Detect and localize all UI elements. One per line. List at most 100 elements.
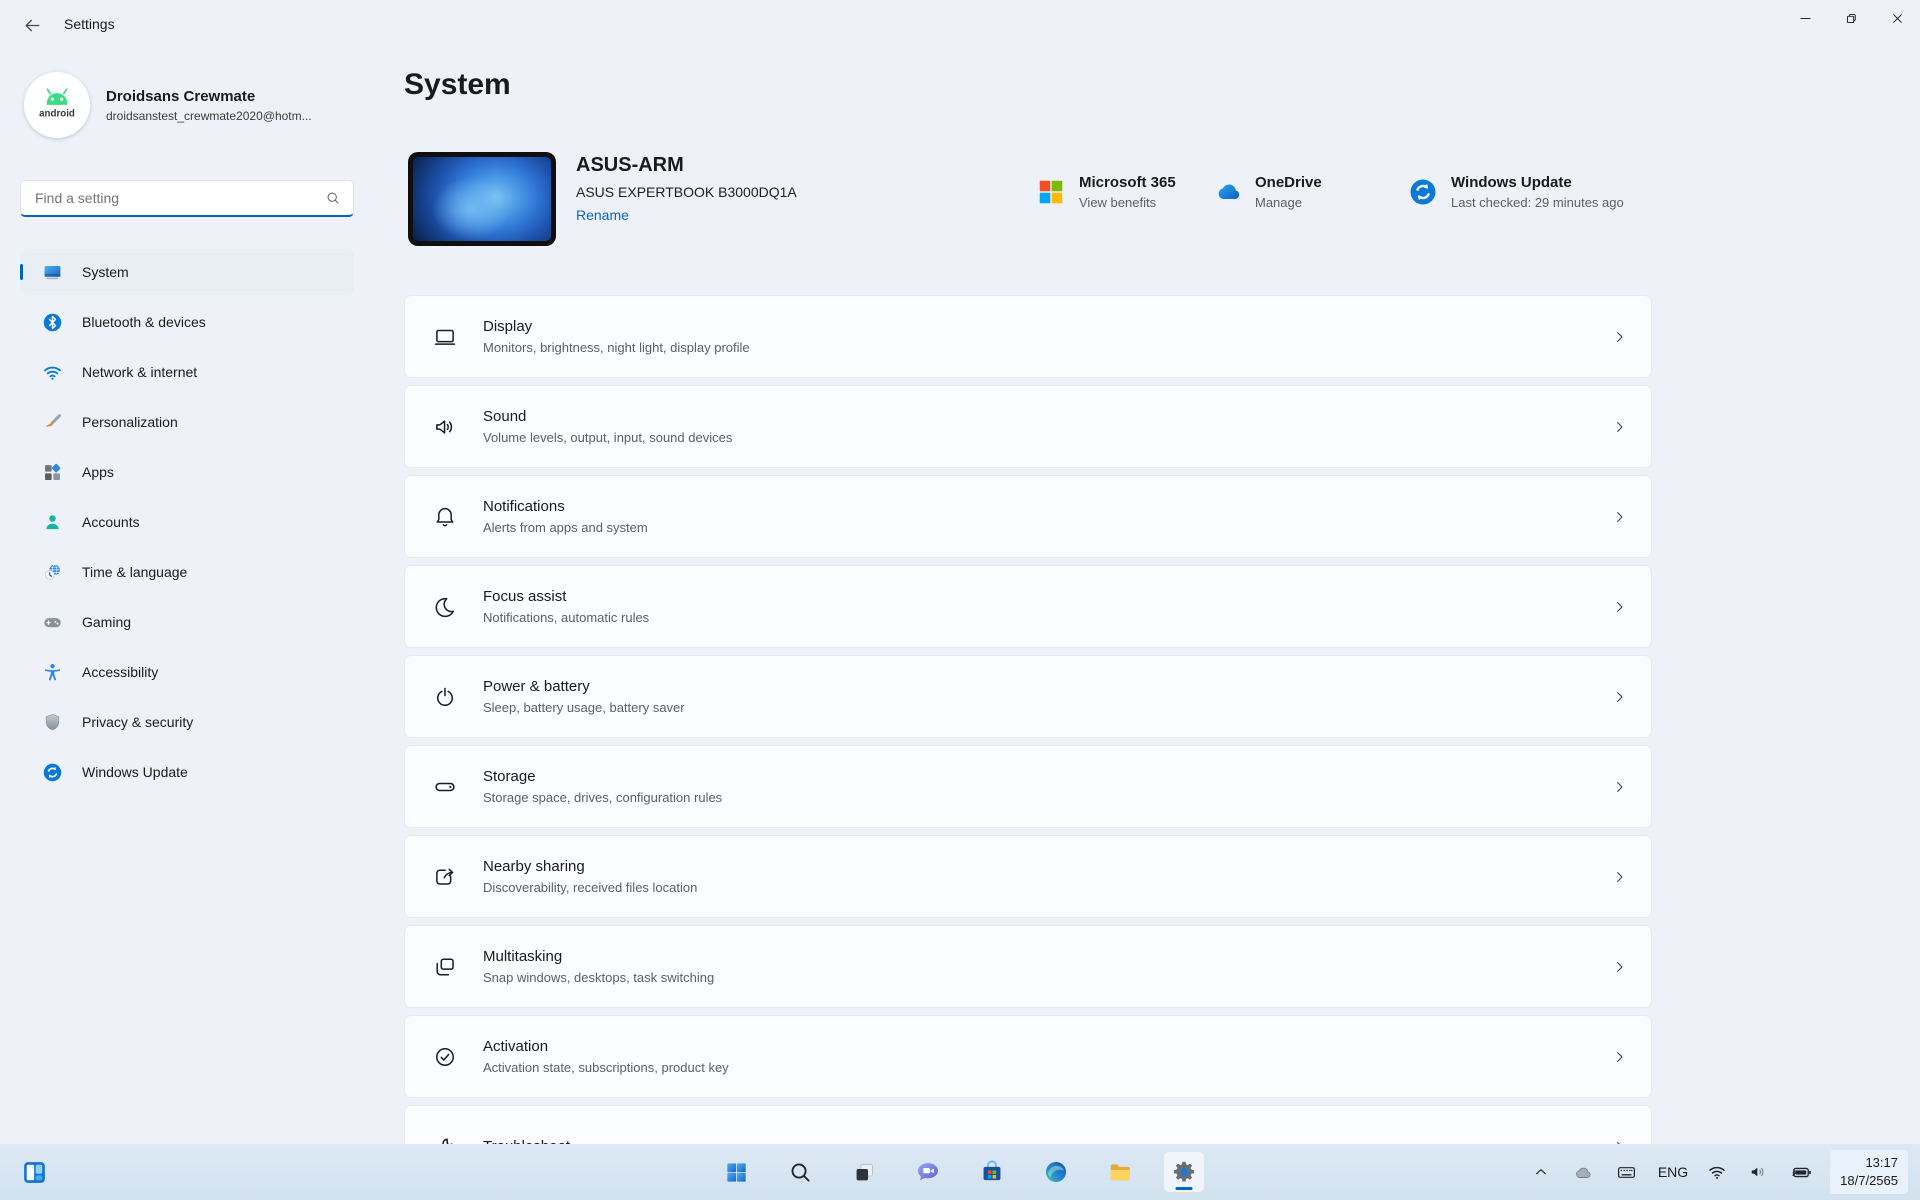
settings-row-display[interactable]: Display Monitors, brightness, night ligh…: [404, 295, 1652, 378]
row-subtitle: Storage space, drives, configuration rul…: [483, 790, 722, 805]
sidebar-item-accounts[interactable]: Accounts: [20, 499, 354, 545]
hub-subtitle: Manage: [1255, 195, 1322, 210]
sidebar-item-privacy-security[interactable]: Privacy & security: [20, 699, 354, 745]
sidebar-item-gaming[interactable]: Gaming: [20, 599, 354, 645]
chevron-right-icon: [1612, 509, 1627, 524]
language-indicator[interactable]: ENG: [1656, 1164, 1690, 1180]
settings-row-storage[interactable]: Storage Storage space, drives, configura…: [404, 745, 1652, 828]
settings-row-sound[interactable]: Sound Volume levels, output, input, soun…: [404, 385, 1652, 468]
hub-title: Microsoft 365: [1079, 174, 1176, 191]
sidebar-item-network-internet[interactable]: Network & internet: [20, 349, 354, 395]
sidebar-item-label: Time & language: [82, 564, 187, 580]
start-button[interactable]: [716, 1152, 756, 1192]
page-title: System: [404, 68, 511, 102]
sidebar-item-label: Bluetooth & devices: [82, 314, 206, 330]
windows-update-icon: [1408, 177, 1438, 207]
sidebar-item-label: Apps: [82, 464, 114, 480]
accounts-icon: [42, 512, 63, 533]
restore-icon: [1844, 11, 1859, 26]
sidebar-item-windows-update[interactable]: Windows Update: [20, 749, 354, 795]
row-subtitle: Snap windows, desktops, task switching: [483, 970, 714, 985]
tray-onedrive-button[interactable]: [1568, 1156, 1598, 1188]
sidebar-item-label: System: [82, 264, 129, 280]
sidebar-item-bluetooth-devices[interactable]: Bluetooth & devices: [20, 299, 354, 345]
avatar: android: [24, 72, 90, 138]
sidebar-item-label: Personalization: [82, 414, 178, 430]
search-box[interactable]: [20, 180, 354, 217]
sidebar-item-system[interactable]: System: [20, 249, 354, 295]
device-name: ASUS-ARM: [576, 154, 797, 177]
sidebar-item-time-language[interactable]: Time & language: [20, 549, 354, 595]
profile-name: Droidsans Crewmate: [106, 88, 312, 105]
back-button[interactable]: [14, 10, 50, 40]
restore-button[interactable]: [1828, 0, 1874, 36]
row-title: Sound: [483, 408, 732, 425]
nearby-sharing-icon: [432, 864, 458, 890]
settings-row-notifications[interactable]: Notifications Alerts from apps and syste…: [404, 475, 1652, 558]
search-icon: [788, 1160, 813, 1185]
sidebar-nav: System Bluetooth & devices Network & int…: [20, 249, 354, 799]
chat-icon: [915, 1159, 941, 1185]
task-view-icon: [852, 1160, 877, 1185]
row-title: Storage: [483, 768, 722, 785]
hub-subtitle: Last checked: 29 minutes ago: [1451, 195, 1624, 210]
settings-app-button[interactable]: [1164, 1152, 1204, 1192]
touch-keyboard-button[interactable]: [1611, 1156, 1643, 1188]
sidebar-item-label: Accessibility: [82, 664, 158, 680]
volume-icon: [1748, 1162, 1768, 1182]
widgets-button[interactable]: [14, 1152, 54, 1192]
chevron-right-icon: [1612, 419, 1627, 434]
row-subtitle: Activation state, subscriptions, product…: [483, 1060, 729, 1075]
tray-wifi-button[interactable]: [1703, 1156, 1731, 1188]
android-logo-icon: android: [31, 79, 83, 131]
sidebar-item-accessibility[interactable]: Accessibility: [20, 649, 354, 695]
file-explorer-button[interactable]: [1100, 1152, 1140, 1192]
windows-update-icon: [42, 762, 63, 783]
minimize-button[interactable]: [1782, 0, 1828, 36]
clock[interactable]: 13:17 18/7/2565: [1830, 1150, 1908, 1194]
settings-row-power-battery[interactable]: Power & battery Sleep, battery usage, ba…: [404, 655, 1652, 738]
settings-row-focus-assist[interactable]: Focus assist Notifications, automatic ru…: [404, 565, 1652, 648]
hub-onedrive[interactable]: OneDrive Manage: [1212, 174, 1322, 210]
hub-windows-update[interactable]: Windows Update Last checked: 29 minutes …: [1408, 174, 1624, 210]
tray-chevron-button[interactable]: [1527, 1156, 1555, 1188]
minimize-icon: [1798, 11, 1813, 26]
tray-battery-button[interactable]: [1785, 1156, 1817, 1188]
microsoft-store-icon: [979, 1159, 1005, 1185]
row-title: Activation: [483, 1038, 729, 1055]
rename-link[interactable]: Rename: [576, 207, 797, 223]
onedrive-icon: [1212, 177, 1242, 207]
close-button[interactable]: [1874, 0, 1920, 36]
taskbar-search-button[interactable]: [780, 1152, 820, 1192]
sidebar-item-personalization[interactable]: Personalization: [20, 399, 354, 445]
row-subtitle: Volume levels, output, input, sound devi…: [483, 430, 732, 445]
microsoft-365-icon: [1036, 177, 1066, 207]
microsoft-store-button[interactable]: [972, 1152, 1012, 1192]
settings-row-nearby-sharing[interactable]: Nearby sharing Discoverability, received…: [404, 835, 1652, 918]
sidebar-item-label: Accounts: [82, 514, 140, 530]
sidebar-item-apps[interactable]: Apps: [20, 449, 354, 495]
power-icon: [432, 684, 458, 710]
system-icon: [42, 262, 63, 283]
chevron-right-icon: [1612, 779, 1627, 794]
search-input[interactable]: [33, 189, 325, 207]
tray-date: 18/7/2565: [1840, 1172, 1898, 1190]
sidebar-item-label: Gaming: [82, 614, 131, 630]
row-title: Focus assist: [483, 588, 649, 605]
task-view-button[interactable]: [844, 1152, 884, 1192]
settings-row-multitasking[interactable]: Multitasking Snap windows, desktops, tas…: [404, 925, 1652, 1008]
row-title: Multitasking: [483, 948, 714, 965]
wallpaper-bloom-image: [413, 157, 551, 241]
hub-microsoft-365[interactable]: Microsoft 365 View benefits: [1036, 174, 1176, 210]
activation-icon: [432, 1044, 458, 1070]
tray-volume-button[interactable]: [1744, 1156, 1772, 1188]
touch-keyboard-icon: [1616, 1162, 1637, 1183]
settings-list: Display Monitors, brightness, night ligh…: [404, 295, 1652, 1195]
multitasking-icon: [432, 954, 458, 980]
profile-card[interactable]: android Droidsans Crewmate droidsanstest…: [24, 72, 364, 138]
settings-row-activation[interactable]: Activation Activation state, subscriptio…: [404, 1015, 1652, 1098]
edge-button[interactable]: [1036, 1152, 1076, 1192]
chat-button[interactable]: [908, 1152, 948, 1192]
display-icon: [432, 324, 458, 350]
privacy-icon: [42, 712, 63, 733]
